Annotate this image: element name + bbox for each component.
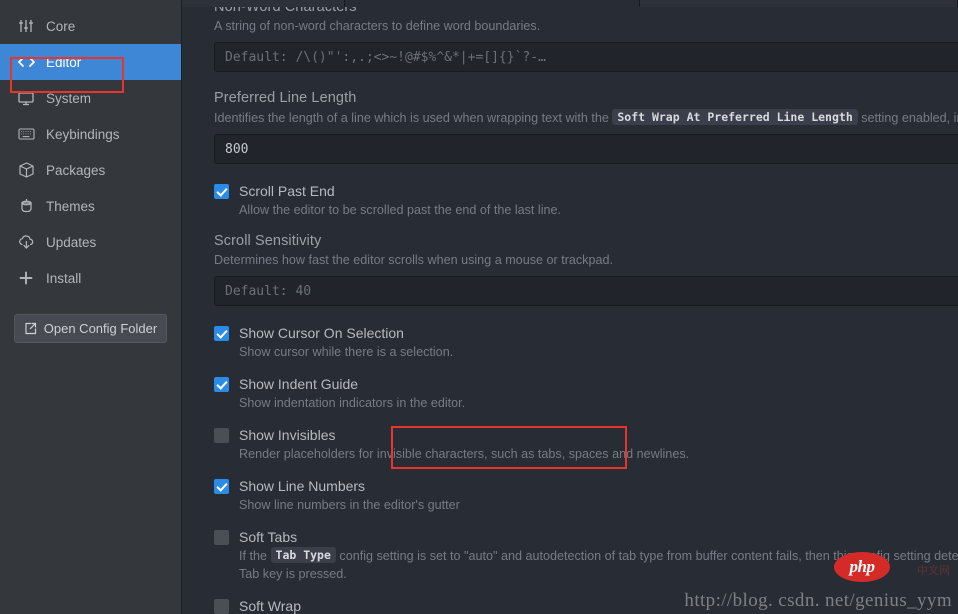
scroll-past-end-checkbox[interactable] [214, 184, 229, 199]
desc-text-1: If the [239, 549, 268, 563]
sidebar-item-packages[interactable]: Packages [0, 152, 181, 188]
non-word-characters-description: A string of non-word characters to defin… [214, 19, 541, 33]
sidebar-item-install[interactable]: Install [0, 260, 181, 296]
plus-icon [16, 269, 36, 287]
show-indent-guide-checkbox[interactable] [214, 377, 229, 392]
soft-wrap-checkbox[interactable] [214, 599, 229, 614]
sidebar-item-label: Core [46, 18, 76, 34]
sidebar-item-themes[interactable]: Themes [0, 188, 181, 224]
tab-strip [182, 0, 958, 7]
settings-sidebar: Core Editor System Keybindings Packages … [0, 0, 182, 614]
scroll-sensitivity-title: Scroll Sensitivity [214, 233, 322, 249]
setting-show-cursor-on-selection: Show Cursor On Selection Show cursor whi… [214, 324, 958, 361]
sidebar-item-updates[interactable]: Updates [0, 224, 181, 260]
watermark-cn-text: 中文网 [917, 565, 950, 577]
show-invisibles-label: Show Invisibles [239, 427, 336, 443]
tab-partial-1[interactable] [182, 0, 346, 7]
desc-text-before: Identifies the length of a line which is… [214, 111, 609, 125]
non-word-characters-input[interactable] [214, 42, 958, 72]
cloud-download-icon [16, 233, 36, 251]
sidebar-item-system[interactable]: System [0, 80, 181, 116]
watermark-php-text: php [849, 557, 875, 576]
preferred-line-length-title: Preferred Line Length [214, 90, 357, 106]
sidebar-item-label: Keybindings [46, 126, 120, 142]
preferred-line-length-description: Identifies the length of a line which is… [214, 109, 958, 127]
inline-code-badge: Soft Wrap At Preferred Line Length [612, 109, 858, 125]
keyboard-icon [16, 125, 36, 143]
show-invisibles-description: Render placeholders for invisible charac… [239, 447, 690, 461]
tab-partial-2[interactable] [639, 0, 958, 7]
show-cursor-on-selection-checkbox[interactable] [214, 326, 229, 341]
desc-text-after: setting enabled, in number of characte [861, 111, 958, 125]
show-indent-guide-label: Show Indent Guide [239, 376, 359, 392]
sidebar-item-label: System [46, 90, 92, 106]
sidebar-item-label: Themes [46, 198, 95, 214]
soft-tabs-label: Soft Tabs [239, 529, 298, 545]
settings-scroll-area[interactable]: Non-Word Characters A string of non-word… [182, 0, 958, 614]
show-line-numbers-label: Show Line Numbers [239, 478, 366, 494]
sidebar-item-label: Packages [46, 162, 106, 178]
soft-tabs-checkbox[interactable] [214, 530, 229, 545]
external-link-icon [24, 322, 37, 335]
package-box-icon [16, 161, 36, 179]
sidebar-item-label: Install [46, 270, 82, 286]
open-config-folder-button[interactable]: Open Config Folder [14, 314, 167, 343]
scroll-sensitivity-input[interactable] [214, 276, 958, 306]
config-button-wrap: Open Config Folder [0, 314, 181, 343]
show-cursor-on-selection-label: Show Cursor On Selection [239, 325, 404, 341]
sidebar-item-editor[interactable]: Editor [0, 44, 181, 80]
setting-show-invisibles: Show Invisibles Render placeholders for … [214, 426, 958, 463]
setting-show-line-numbers: Show Line Numbers Show line numbers in t… [214, 477, 958, 514]
show-line-numbers-description: Show line numbers in the editor's gutter [239, 498, 460, 512]
sidebar-item-keybindings[interactable]: Keybindings [0, 116, 181, 152]
setting-scroll-past-end: Scroll Past End Allow the editor to be s… [214, 182, 958, 219]
preferred-line-length-input[interactable] [214, 134, 958, 164]
show-indent-guide-description: Show indentation indicators in the edito… [239, 396, 466, 410]
sidebar-item-label: Updates [46, 234, 97, 250]
watermark-url: http://blog. csdn. net/genius_yym [684, 590, 952, 611]
inline-code-badge: Tab Type [270, 547, 336, 563]
tab-partial-active[interactable] [345, 0, 640, 7]
soft-wrap-label: Soft Wrap [239, 598, 301, 614]
code-brackets-icon [16, 53, 36, 71]
open-config-folder-label: Open Config Folder [43, 321, 158, 336]
paint-bucket-icon [16, 197, 36, 215]
sidebar-item-core[interactable]: Core [0, 8, 181, 44]
settings-main-panel: Non-Word Characters A string of non-word… [182, 0, 958, 614]
show-cursor-on-selection-description: Show cursor while there is a selection. [239, 345, 454, 359]
setting-show-indent-guide: Show Indent Guide Show indentation indic… [214, 375, 958, 412]
watermark-php-logo: php [834, 552, 890, 582]
scroll-past-end-label: Scroll Past End [239, 183, 335, 199]
sidebar-item-label: Editor [46, 54, 82, 70]
sliders-icon [16, 17, 36, 35]
scroll-sensitivity-description: Determines how fast the editor scrolls w… [214, 253, 613, 267]
show-invisibles-checkbox[interactable] [214, 428, 229, 443]
settings-window: Core Editor System Keybindings Packages … [0, 0, 958, 614]
monitor-icon [16, 89, 36, 107]
scroll-past-end-description: Allow the editor to be scrolled past the… [239, 203, 562, 217]
show-line-numbers-checkbox[interactable] [214, 479, 229, 494]
